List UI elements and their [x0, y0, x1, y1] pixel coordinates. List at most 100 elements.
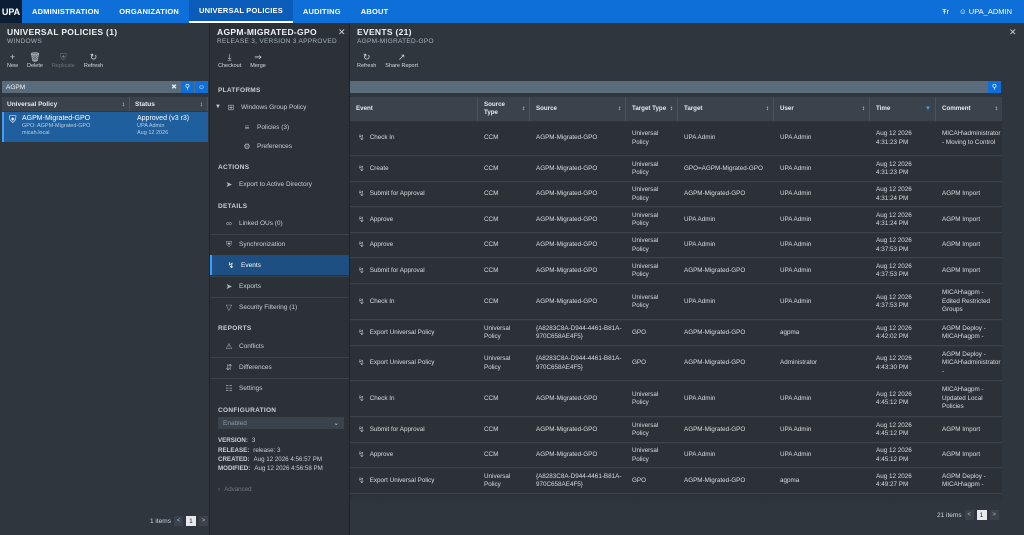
events-page-number[interactable]: 1 [976, 510, 987, 520]
app-logo[interactable]: UPA [0, 0, 22, 23]
event-cell-user: UPA Admin [774, 444, 870, 467]
event-cell-stype: CCM [478, 234, 530, 257]
advanced-toggle[interactable]: › Advanced [218, 486, 252, 493]
delete-button[interactable]: 🗑 Delete [27, 51, 43, 69]
event-time-text: Aug 12 2026 4:49:27 PM [876, 472, 912, 489]
new-button[interactable]: + New [7, 51, 18, 69]
configuration-select[interactable]: Enabled ⌄ [218, 417, 344, 429]
event-row[interactable]: ↯ Approve CCM AGPM-Migrated-GPO Universal Po… [350, 444, 1002, 468]
nav-administration[interactable]: ADMINISTRATION [22, 0, 109, 23]
events-prev-page-button[interactable]: < [964, 510, 974, 520]
col-time[interactable]: Time ▼ [870, 97, 936, 121]
nav-linked-ous[interactable]: ∞ Linked OUs (0) [210, 213, 349, 233]
replicate-button[interactable]: ⛨ Replicate [52, 51, 75, 69]
col-source-type-label: Source Type [484, 101, 505, 117]
nav-security-filtering[interactable]: ▽ Security Filtering (1) [210, 297, 349, 317]
event-cell-stype: Universal Policy [478, 469, 530, 493]
nav-universal-policies[interactable]: UNIVERSAL POLICIES [189, 0, 293, 23]
refresh-button[interactable]: ↻ Refresh [84, 51, 103, 69]
event-source-text: {A8283C8A-D944-4461-B81A-970C658AE4F5} [536, 324, 622, 341]
shield-icon: ⛨ [226, 239, 232, 249]
tfa-icon[interactable]: Ŧr [942, 7, 949, 16]
nav-auditing[interactable]: AUDITING [293, 0, 351, 23]
nav-preferences[interactable]: ⚙ Preferences [210, 136, 349, 156]
event-row[interactable]: ↯ Submit for Approval CCM AGPM-Migrated-GPO… [350, 259, 1002, 284]
lightning-icon: ↯ [358, 189, 365, 199]
policy-row[interactable]: ⛨ AGPM-Migrated-GPO GPO: AGPM-Migrated-G… [2, 112, 208, 142]
search-button[interactable]: ⚲ [181, 81, 194, 93]
next-page-button[interactable]: > [198, 516, 208, 526]
policy-detail-title: AGPM-MIGRATED-GPO [217, 27, 317, 37]
col-source-type[interactable]: Source Type ↕ [478, 97, 530, 121]
event-row[interactable]: ↯ Create CCM AGPM-Migrated-GPO Universal Pol… [350, 157, 1002, 182]
nav-policies[interactable]: ≡ Policies (3) [210, 117, 349, 137]
windows-gp-label: Windows Group Policy [240, 103, 307, 111]
policy-search-input[interactable] [2, 83, 172, 91]
event-row[interactable]: ↯ Submit for Approval CCM AGPM-Migrated-GPO… [350, 183, 1002, 207]
warning-icon: ⚠ [225, 341, 233, 351]
event-row[interactable]: ↯ Check In CCM AGPM-Migrated-GPO Universal P… [350, 382, 1002, 417]
event-event-text: Submit for Approval [369, 425, 425, 433]
reports-heading: REPORTS [218, 325, 252, 332]
prev-page-button[interactable]: < [173, 516, 183, 526]
event-row[interactable]: ↯ Submit for Approval CCM AGPM-Migrated-GPO… [350, 418, 1002, 443]
event-row[interactable]: ↯ Approve CCM AGPM-Migrated-GPO Universal Po… [350, 234, 1002, 258]
event-user-text: UPA Admin [780, 190, 812, 198]
col-event[interactable]: Event [350, 97, 478, 121]
col-status[interactable]: Status ↕ [130, 97, 208, 111]
event-user-text: UPA Admin [780, 164, 812, 172]
event-cell-user: UPA Admin [774, 285, 870, 319]
event-ttype-text: Universal Policy [632, 160, 659, 177]
events-search-button[interactable]: ⚲ [988, 81, 1001, 93]
policy-gpo: GPO: AGPM-Migrated-GPO [22, 123, 91, 129]
nav-synchronization[interactable]: ⛨ Synchronization [210, 234, 349, 254]
close-events-icon[interactable]: ✕ [1009, 27, 1017, 38]
checkout-button[interactable]: ⤓ Checkout [218, 51, 241, 69]
event-row[interactable]: ↯ Export Universal Policy Universal Policy… [350, 347, 1002, 381]
event-comment-text: AGPM Import [942, 451, 981, 459]
nav-events[interactable]: ↯ Events [210, 255, 349, 275]
nav-windows-group-policy[interactable]: ▼ ⊞ Windows Group Policy [210, 97, 349, 117]
close-detail-icon[interactable]: ✕ [338, 27, 346, 38]
events-panel-edge: ✕ [1002, 23, 1024, 535]
nav-about[interactable]: ABOUT [351, 0, 399, 23]
event-row[interactable]: ↯ Approve CCM AGPM-Migrated-GPO Universal Po… [350, 208, 1002, 233]
event-row[interactable]: ↯ Export Universal Policy Universal Policy… [350, 321, 1002, 346]
event-comment-text: AGPM Import [942, 241, 981, 249]
col-target-type[interactable]: Target Type ↕ [626, 97, 678, 121]
top-nav: UPA ADMINISTRATION ORGANIZATION UNIVERSA… [0, 0, 1024, 23]
preferences-label: Preferences [257, 142, 293, 150]
policy-name: AGPM-Migrated-GPO [22, 115, 91, 122]
nav-differences[interactable]: ⇵ Differences [210, 357, 349, 377]
policy-search-bar: ✖ ⚲ ☺ [2, 81, 208, 93]
event-cell-target: AGPM-Migrated-GPO [678, 469, 774, 493]
events-search-input[interactable] [350, 83, 988, 91]
clear-search-icon[interactable]: ✖ [171, 83, 181, 91]
event-source-text: AGPM-Migrated-GPO [536, 215, 598, 223]
col-comment[interactable]: Comment ↕ [936, 97, 1002, 121]
event-time-text: Aug 12 2026 4:42:02 PM [876, 324, 912, 341]
user-menu[interactable]: ☺ UPA_ADMIN [959, 7, 1012, 16]
event-comment-text: AGPM Deploy - MICAH\agpm - [942, 324, 986, 341]
event-row[interactable]: ↯ Export Universal Policy Universal Policy… [350, 469, 1002, 494]
col-source[interactable]: Source ↕ [530, 97, 626, 121]
col-user[interactable]: User ↕ [774, 97, 870, 121]
share-report-button[interactable]: ↗ Share Report [385, 51, 418, 69]
col-target[interactable]: Target ↕ [678, 97, 774, 121]
event-row[interactable]: ↯ Check In CCM AGPM-Migrated-GPO Universal P… [350, 122, 1002, 156]
nav-settings[interactable]: ☷ Settings [210, 378, 349, 398]
nav-conflicts[interactable]: ⚠ Conflicts [210, 336, 349, 356]
events-next-page-button[interactable]: > [989, 510, 999, 520]
merge-button[interactable]: ⇒ Merge [250, 51, 266, 69]
policy-shield-icon: ⛨ [9, 115, 17, 126]
col-universal-policy[interactable]: Universal Policy ↕ [2, 97, 130, 111]
platforms-heading: PLATFORMS [218, 87, 261, 94]
nav-export-ad[interactable]: ➤ Export to Active Directory [210, 174, 349, 194]
nav-organization[interactable]: ORGANIZATION [109, 0, 189, 23]
event-cell-time: Aug 12 2026 4:31:24 PM [870, 208, 936, 232]
nav-exports[interactable]: ➤ Exports [210, 276, 349, 296]
page-number[interactable]: 1 [185, 516, 196, 526]
user-filter-button[interactable]: ☺ [195, 81, 208, 93]
event-row[interactable]: ↯ Check In CCM AGPM-Migrated-GPO Universal P… [350, 285, 1002, 320]
events-refresh-button[interactable]: ↻ Refresh [357, 51, 376, 69]
